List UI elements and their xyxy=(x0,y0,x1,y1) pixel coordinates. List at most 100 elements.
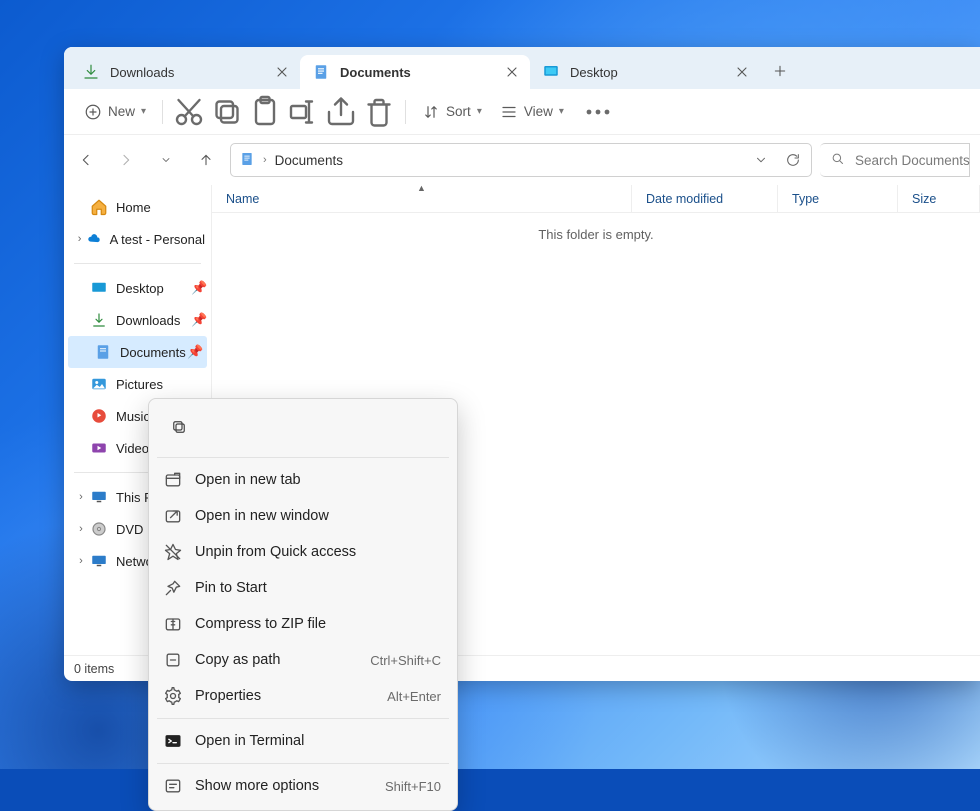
close-icon[interactable] xyxy=(734,64,750,80)
chevron-right-icon[interactable]: › xyxy=(74,523,88,535)
ctx-copy-as-path[interactable]: Copy as path Ctrl+Shift+C xyxy=(155,642,451,678)
newtab-icon xyxy=(163,470,183,490)
separator xyxy=(157,457,449,458)
terminal-icon xyxy=(163,731,183,751)
column-label: Date modified xyxy=(646,192,723,206)
refresh-button[interactable] xyxy=(781,148,805,172)
copy-button[interactable] xyxy=(209,95,245,129)
sidebar-item-desktop[interactable]: Desktop 📌 xyxy=(64,272,211,304)
monitor-icon xyxy=(90,552,108,570)
search-placeholder: Search Documents xyxy=(855,153,970,168)
sidebar-label: Pictures xyxy=(116,377,163,392)
document-icon xyxy=(94,343,112,361)
address-row: › Documents Search Documents xyxy=(64,135,980,185)
chevron-down-icon: ▾ xyxy=(477,106,482,117)
sidebar-item-pictures[interactable]: Pictures xyxy=(64,368,211,400)
separator xyxy=(162,100,163,124)
ctx-label: Open in Terminal xyxy=(195,733,304,749)
ctx-open-new-tab[interactable]: Open in new tab xyxy=(155,462,451,498)
pictures-icon xyxy=(90,375,108,393)
copy-button[interactable] xyxy=(161,409,197,445)
cloud-icon xyxy=(87,230,101,248)
rename-button[interactable] xyxy=(285,95,321,129)
new-button[interactable]: New ▾ xyxy=(76,95,154,129)
chevron-right-icon[interactable]: › xyxy=(74,233,85,245)
ctx-open-new-window[interactable]: Open in new window xyxy=(155,498,451,534)
zip-icon xyxy=(163,614,183,634)
up-button[interactable] xyxy=(190,144,222,176)
sort-button[interactable]: Sort ▾ xyxy=(414,95,490,129)
recent-dropdown[interactable] xyxy=(150,144,182,176)
close-icon[interactable] xyxy=(504,64,520,80)
separator xyxy=(157,763,449,764)
properties-icon xyxy=(163,686,183,706)
forward-button[interactable] xyxy=(110,144,142,176)
chevron-down-icon: ▾ xyxy=(559,106,564,117)
share-button[interactable] xyxy=(323,95,359,129)
close-icon[interactable] xyxy=(274,64,290,80)
videos-icon xyxy=(90,439,108,457)
ctx-pin-to-start[interactable]: Pin to Start xyxy=(155,570,451,606)
ctx-properties[interactable]: Properties Alt+Enter xyxy=(155,678,451,714)
column-label: Name xyxy=(226,192,259,206)
home-icon xyxy=(90,198,108,216)
sort-caret-icon: ▲ xyxy=(417,185,426,193)
tab-downloads[interactable]: Downloads xyxy=(70,55,300,89)
separator xyxy=(405,100,406,124)
sidebar-item-home[interactable]: Home xyxy=(64,191,211,223)
sidebar-label: DVD xyxy=(116,522,143,537)
pin-icon: 📌 xyxy=(191,312,205,328)
search-box[interactable]: Search Documents xyxy=(820,143,970,177)
ctx-show-more[interactable]: Show more options Shift+F10 xyxy=(155,768,451,804)
back-button[interactable] xyxy=(70,144,102,176)
context-quick-actions xyxy=(155,405,451,453)
separator xyxy=(157,718,449,719)
column-type[interactable]: Type xyxy=(778,185,898,212)
sidebar-label: A test - Personal xyxy=(110,232,205,247)
new-tab-button[interactable] xyxy=(764,55,796,87)
paste-button[interactable] xyxy=(247,95,283,129)
ctx-shortcut: Ctrl+Shift+C xyxy=(370,653,441,668)
sidebar-label: Downloads xyxy=(116,313,180,328)
ctx-shortcut: Shift+F10 xyxy=(385,779,441,794)
ctx-label: Pin to Start xyxy=(195,580,267,596)
sidebar-label: Documents xyxy=(120,345,186,360)
column-name[interactable]: Name ▲ xyxy=(212,185,632,212)
ctx-compress-zip[interactable]: Compress to ZIP file xyxy=(155,606,451,642)
address-bar[interactable]: › Documents xyxy=(230,143,812,177)
tab-desktop[interactable]: Desktop xyxy=(530,55,760,89)
tab-label: Desktop xyxy=(570,65,618,80)
pin-icon: 📌 xyxy=(191,280,205,296)
address-dropdown[interactable] xyxy=(749,148,773,172)
sidebar-item-downloads[interactable]: Downloads 📌 xyxy=(64,304,211,336)
sidebar-item-onedrive[interactable]: › A test - Personal xyxy=(64,223,211,255)
breadcrumb-location[interactable]: Documents xyxy=(275,153,343,168)
more-button[interactable] xyxy=(580,95,616,129)
sidebar-item-documents[interactable]: Documents 📌 xyxy=(68,336,207,368)
column-headers: Name ▲ Date modified Type Size xyxy=(212,185,980,213)
tab-strip: Downloads Documents Desktop xyxy=(64,47,980,89)
ctx-label: Properties xyxy=(195,688,261,704)
sidebar-label: Music xyxy=(116,409,150,424)
chevron-right-icon[interactable]: › xyxy=(74,555,88,567)
download-icon xyxy=(82,63,100,81)
copypath-icon xyxy=(163,650,183,670)
cut-button[interactable] xyxy=(171,95,207,129)
view-button[interactable]: View ▾ xyxy=(492,95,572,129)
column-date[interactable]: Date modified xyxy=(632,185,778,212)
column-size[interactable]: Size xyxy=(898,185,980,212)
ctx-unpin-quick-access[interactable]: Unpin from Quick access xyxy=(155,534,451,570)
delete-button[interactable] xyxy=(361,95,397,129)
monitor-icon xyxy=(90,488,108,506)
desktop-icon xyxy=(90,279,108,297)
chevron-right-icon[interactable]: › xyxy=(74,491,88,503)
pin-icon xyxy=(163,578,183,598)
ctx-open-terminal[interactable]: Open in Terminal xyxy=(155,723,451,759)
more-icon xyxy=(163,776,183,796)
ctx-label: Open in new tab xyxy=(195,472,301,488)
ctx-label: Show more options xyxy=(195,778,319,794)
context-menu: Open in new tab Open in new window Unpin… xyxy=(148,398,458,811)
music-icon xyxy=(90,407,108,425)
tab-documents[interactable]: Documents xyxy=(300,55,530,89)
ctx-label: Copy as path xyxy=(195,652,280,668)
